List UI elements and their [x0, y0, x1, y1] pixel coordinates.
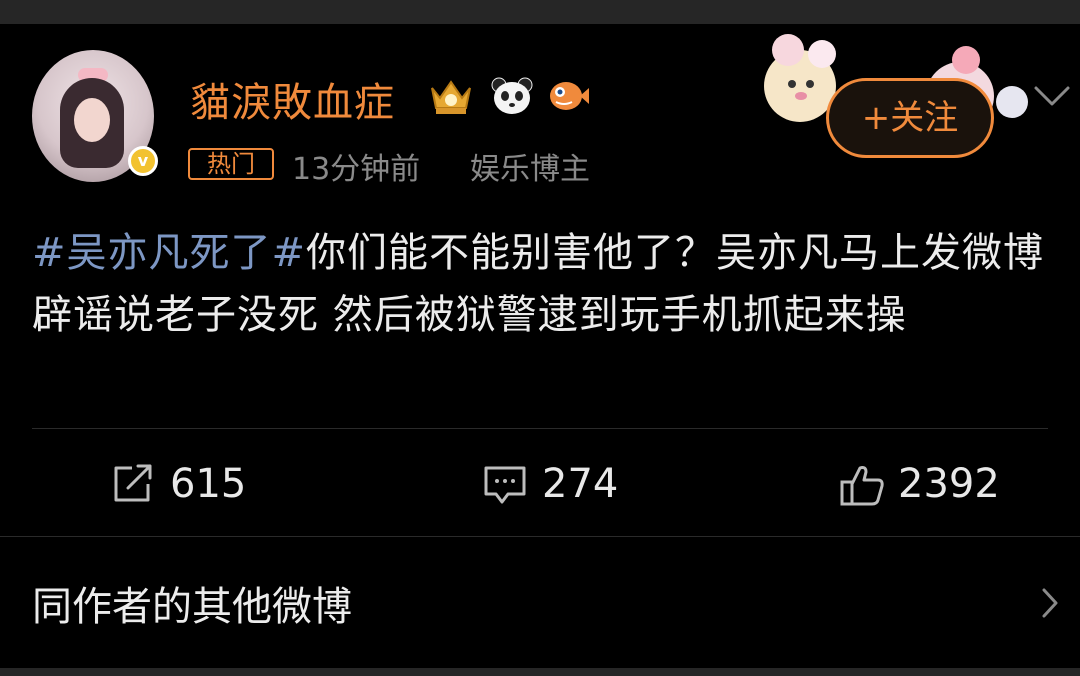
post-time: 13分钟前	[292, 152, 421, 187]
verified-badge-icon: v	[128, 146, 158, 176]
crown-level-icon	[431, 80, 471, 114]
divider	[0, 536, 1080, 537]
repost-icon	[114, 464, 152, 502]
top-bar	[0, 0, 1080, 24]
repost-count: 615	[170, 461, 247, 507]
post-content: #吴亦凡死了#你们能不能别害他了？吴亦凡马上发微博辟谣说老子没死 然后被狱警逮到…	[32, 222, 1072, 346]
panda-icon	[491, 77, 533, 114]
follow-button[interactable]: +关注	[826, 78, 994, 158]
more-from-author-link[interactable]: 同作者的其他微博	[32, 574, 352, 632]
chevron-right-icon[interactable]	[1040, 586, 1060, 620]
avatar[interactable]: v	[32, 50, 158, 182]
bottom-bar	[0, 668, 1080, 676]
user-role: 娱乐博主	[470, 152, 590, 187]
divider	[32, 428, 1048, 429]
chevron-down-icon[interactable]	[1032, 84, 1072, 108]
like-count: 2392	[898, 461, 1000, 507]
comment-icon	[484, 466, 526, 504]
hot-tag: 热门	[188, 148, 274, 180]
thumbs-up-icon	[840, 466, 884, 506]
fish-icon	[550, 82, 589, 110]
username[interactable]: 貓淚敗血症	[190, 70, 395, 128]
comment-count: 274	[542, 461, 619, 507]
hashtag-link[interactable]: #吴亦凡死了#	[32, 230, 306, 276]
